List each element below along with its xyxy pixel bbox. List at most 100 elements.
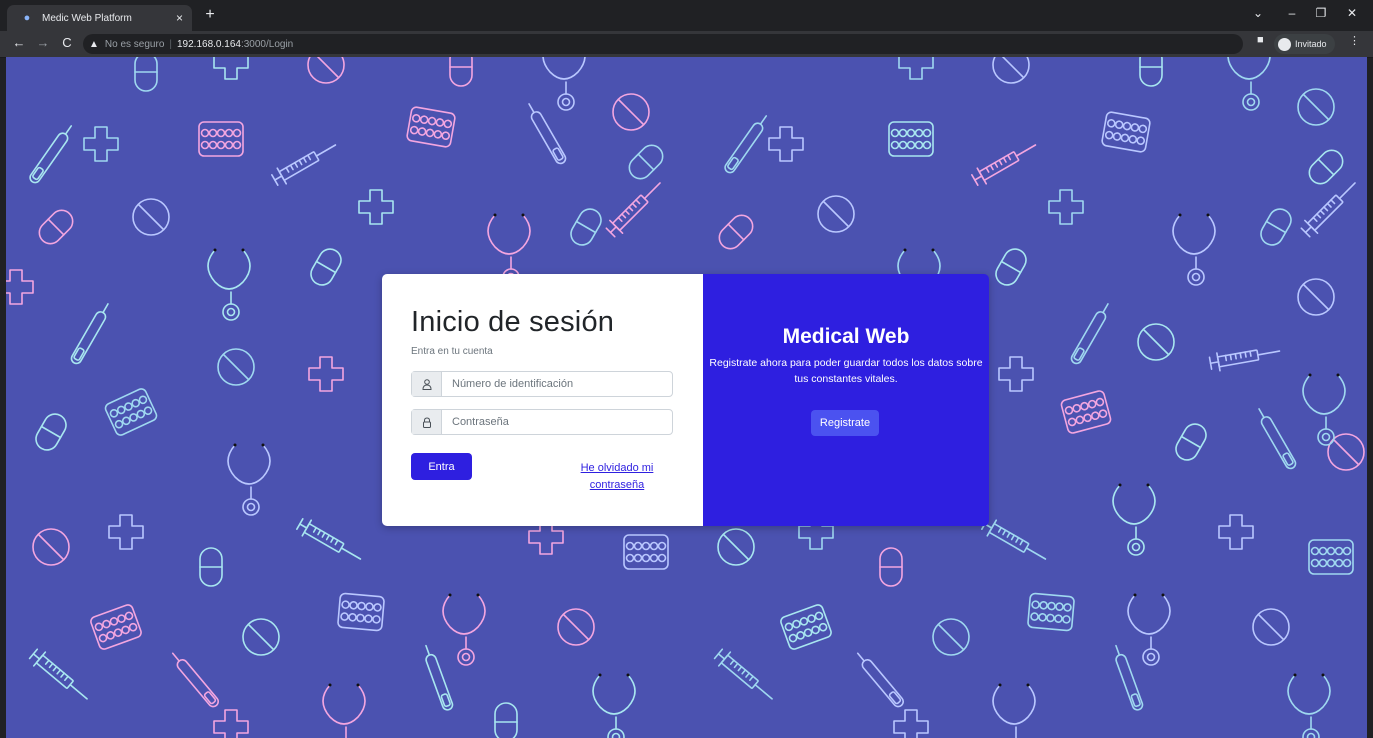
restore-icon[interactable]: ❐	[1312, 6, 1330, 20]
pattern-thermo-icon	[70, 303, 109, 365]
url-separator: |	[169, 38, 172, 50]
tab-favicon-icon: ●	[23, 12, 31, 24]
pattern-pill-pack-icon	[1027, 592, 1075, 632]
profile-label: Invitado	[1295, 39, 1327, 49]
login-subtitle: Entra en tu cuenta	[411, 346, 493, 357]
pattern-syringe-icon	[713, 648, 773, 700]
pattern-steth-icon	[207, 248, 251, 321]
pattern-circle-slash-icon	[932, 618, 970, 656]
pattern-cross-icon	[108, 514, 144, 550]
new-tab-icon[interactable]: +	[200, 6, 220, 24]
page-background: Inicio de sesión Entra en tu cuenta Entr…	[6, 57, 1367, 738]
register-panel: Medical Web Registrate ahora para poder …	[703, 274, 989, 526]
pattern-cross-icon	[6, 269, 34, 305]
pattern-pill-icon	[995, 248, 1027, 286]
pattern-pill-icon	[1139, 57, 1163, 87]
pattern-steth-icon	[542, 57, 586, 111]
address-bar[interactable]: ▲ No es seguro | 192.168.0.164:3000/Logi…	[83, 34, 1243, 54]
browser-tab[interactable]: ● Medic Web Platform ×	[7, 5, 192, 31]
pattern-steth-icon	[1112, 483, 1156, 556]
pattern-circle-slash-icon	[217, 348, 255, 386]
pattern-cross-icon	[898, 57, 934, 80]
pattern-circle-slash-icon	[717, 528, 755, 566]
side-panel-icon[interactable]: ■	[1257, 34, 1264, 46]
pattern-cross-icon	[998, 356, 1034, 392]
pattern-syringe-icon	[28, 648, 88, 700]
login-button[interactable]: Entra	[411, 453, 472, 480]
browser-tab-strip: ● Medic Web Platform × + ⌄ – ❐ ✕	[0, 0, 1373, 31]
pattern-circle-slash-icon	[132, 198, 170, 236]
back-arrow-icon[interactable]: ←	[11, 35, 27, 50]
pattern-syringe-icon	[1208, 349, 1281, 372]
pattern-cross-icon	[358, 189, 394, 225]
pattern-cross-icon	[308, 356, 344, 392]
pattern-circle-slash-icon	[1252, 608, 1290, 646]
pattern-thermo-icon	[1070, 303, 1109, 365]
pattern-pill-pack-icon	[104, 388, 158, 436]
id-input[interactable]	[442, 372, 672, 396]
pattern-circle-slash-icon	[1297, 278, 1335, 316]
pattern-pill-pack-icon	[406, 106, 456, 148]
pattern-cross-icon	[213, 709, 249, 738]
register-title: Medical Web	[782, 325, 910, 348]
pattern-thermo-icon	[1115, 644, 1144, 711]
pattern-syringe-icon	[605, 182, 661, 238]
id-field	[411, 371, 673, 397]
pattern-pill-icon	[134, 57, 158, 92]
pattern-syringe-icon	[971, 144, 1037, 186]
login-card: Inicio de sesión Entra en tu cuenta Entr…	[382, 274, 989, 526]
pattern-steth-icon	[1227, 57, 1271, 111]
pattern-pill-pack-icon	[1060, 390, 1112, 434]
pattern-pill-pack-icon	[1101, 111, 1151, 153]
tab-title: Medic Web Platform	[42, 12, 132, 24]
pattern-pill-icon	[199, 547, 223, 587]
pattern-cross-icon	[768, 126, 804, 162]
pattern-pill-icon	[1308, 149, 1344, 185]
pattern-cross-icon	[83, 126, 119, 162]
register-button[interactable]: Registrate	[811, 410, 879, 436]
minimize-icon[interactable]: –	[1283, 6, 1301, 20]
pattern-cross-icon	[1048, 189, 1084, 225]
url-host: 192.168.0.164	[177, 38, 241, 50]
security-label[interactable]: No es seguro	[105, 39, 164, 50]
pattern-thermo-icon	[856, 652, 905, 708]
tab-search-icon[interactable]: ⌄	[1249, 6, 1267, 20]
pattern-pill-pack-icon	[623, 534, 669, 570]
url-path: :3000/Login	[240, 38, 294, 50]
tab-close-icon[interactable]: ×	[176, 11, 183, 25]
pattern-steth-icon	[592, 673, 636, 738]
close-window-icon[interactable]: ✕	[1343, 6, 1361, 20]
profile-button[interactable]: Invitado	[1274, 34, 1335, 54]
pattern-pill-icon	[38, 209, 74, 245]
menu-icon[interactable]: ⋮	[1349, 34, 1360, 47]
pattern-circle-slash-icon	[307, 57, 345, 84]
pattern-pill-icon	[449, 57, 473, 87]
pattern-thermo-icon	[1258, 408, 1297, 470]
pattern-pill-pack-icon	[1308, 539, 1354, 575]
forward-arrow-icon[interactable]: →	[35, 35, 51, 50]
warning-icon[interactable]: ▲	[89, 39, 99, 50]
pattern-steth-icon	[227, 443, 271, 516]
password-input[interactable]	[442, 410, 672, 434]
pattern-pill-icon	[570, 208, 602, 246]
forgot-password-link[interactable]: He olvidado mi contraseña	[562, 460, 672, 494]
login-title: Inicio de sesión	[411, 306, 615, 338]
lock-icon	[412, 410, 442, 434]
password-field	[411, 409, 673, 435]
login-panel: Inicio de sesión Entra en tu cuenta Entr…	[382, 274, 703, 526]
pattern-syringe-icon	[1300, 182, 1356, 238]
pattern-pill-icon	[310, 248, 342, 286]
pattern-circle-slash-icon	[557, 608, 595, 646]
pattern-thermo-icon	[425, 644, 454, 711]
pattern-pill-icon	[35, 413, 67, 451]
pattern-pill-icon	[628, 144, 664, 180]
pattern-pill-pack-icon	[90, 604, 142, 650]
pattern-syringe-icon	[296, 518, 362, 560]
pattern-circle-slash-icon	[992, 57, 1030, 84]
pattern-steth-icon	[1172, 213, 1216, 286]
pattern-pill-icon	[494, 702, 518, 738]
pattern-steth-icon	[1302, 373, 1346, 446]
pattern-circle-slash-icon	[612, 93, 650, 131]
reload-icon[interactable]: C	[59, 35, 75, 50]
pattern-pill-icon	[879, 547, 903, 587]
